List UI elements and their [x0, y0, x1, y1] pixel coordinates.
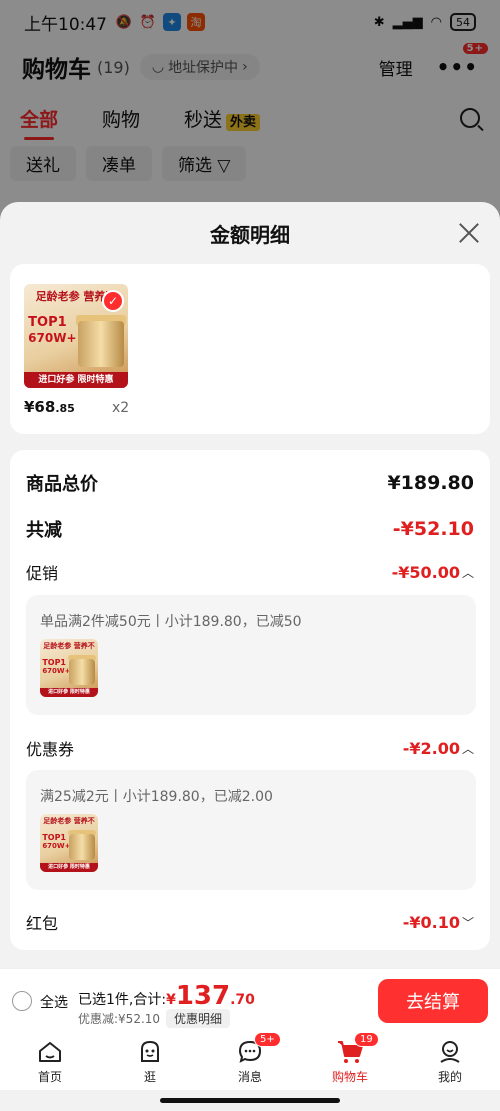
cart-badge: 19: [354, 1032, 379, 1047]
select-all-label[interactable]: 全选: [40, 992, 68, 1012]
discount-detail-button[interactable]: 优惠明细: [166, 1009, 231, 1028]
redpack-value: -¥0.10: [402, 912, 460, 932]
messages-badge: 5+: [254, 1032, 281, 1047]
sheet-title: 金额明细: [210, 222, 290, 247]
close-icon[interactable]: [458, 222, 480, 244]
tab-cart[interactable]: 19 购物车: [300, 1032, 400, 1090]
select-all-radio[interactable]: [12, 991, 32, 1011]
total-value: ¥189.80: [387, 472, 474, 494]
coupon-detail: 满25减2元丨小计189.80，已减2.00 足龄老参 营养不 TOP1 670…: [26, 770, 476, 890]
coupon-product-thumb: 足龄老参 营养不 TOP1 670W+ 进口好参 限时特惠: [40, 814, 98, 872]
total-row: 商品总价 ¥189.80: [26, 472, 474, 495]
checkout-bar: 全选 已选1件,合计: ¥137.70 优惠减:¥52.10 优惠明细 去结算: [0, 968, 500, 1032]
selected-check-icon: ✓: [102, 290, 124, 312]
product-card: 足龄老参 营养不 TOP1 670W+ 进口好参 限时特惠 ✓ ¥68.85 x…: [10, 264, 490, 434]
checkout-button[interactable]: 去结算: [378, 979, 488, 1023]
chevron-down-icon: ﹀: [461, 915, 474, 930]
promo-value: -¥50.00: [391, 562, 460, 582]
selected-summary: 已选1件,合计: ¥137.70: [78, 981, 255, 1011]
tab-profile[interactable]: 我的: [400, 1032, 500, 1090]
promo-product-thumb: 足龄老参 营养不 TOP1 670W+ 进口好参 限时特惠: [40, 639, 98, 697]
coupon-value: -¥2.00: [402, 738, 460, 758]
promo-row[interactable]: 促销 -¥50.00 ︿: [26, 560, 474, 584]
product-quantity: x2: [112, 400, 130, 416]
home-icon: [36, 1038, 64, 1066]
coupon-row[interactable]: 优惠券 -¥2.00 ︿: [26, 736, 474, 760]
home-indicator: [160, 1098, 340, 1103]
profile-icon: [436, 1038, 464, 1066]
reduction-value: -¥52.10: [392, 518, 474, 540]
tab-messages[interactable]: 5+ 消息: [200, 1032, 300, 1090]
redpack-row[interactable]: 红包 -¥0.10 ﹀: [26, 910, 474, 934]
chevron-up-icon: ︿: [461, 565, 474, 580]
product-price: ¥68.85: [24, 398, 75, 416]
amount-breakdown-card: 商品总价 ¥189.80 共减 -¥52.10 促销 -¥50.00 ︿ 单品满…: [10, 450, 490, 950]
tab-home[interactable]: 首页: [0, 1032, 100, 1090]
promo-detail: 单品满2件减50元丨小计189.80，已减50 足龄老参 营养不 TOP1 67…: [26, 595, 476, 715]
checkout-total: ¥137.70: [166, 981, 255, 1011]
tab-browse[interactable]: 逛: [100, 1032, 200, 1090]
bottom-tab-bar: 首页 逛 5+ 消息 19 购物车 我的: [0, 1032, 500, 1090]
browse-icon: [136, 1038, 164, 1066]
chevron-up-icon: ︿: [461, 741, 474, 756]
discount-summary: 优惠减:¥52.10 优惠明细: [78, 1009, 231, 1028]
reduction-row: 共减 -¥52.10: [26, 518, 474, 541]
